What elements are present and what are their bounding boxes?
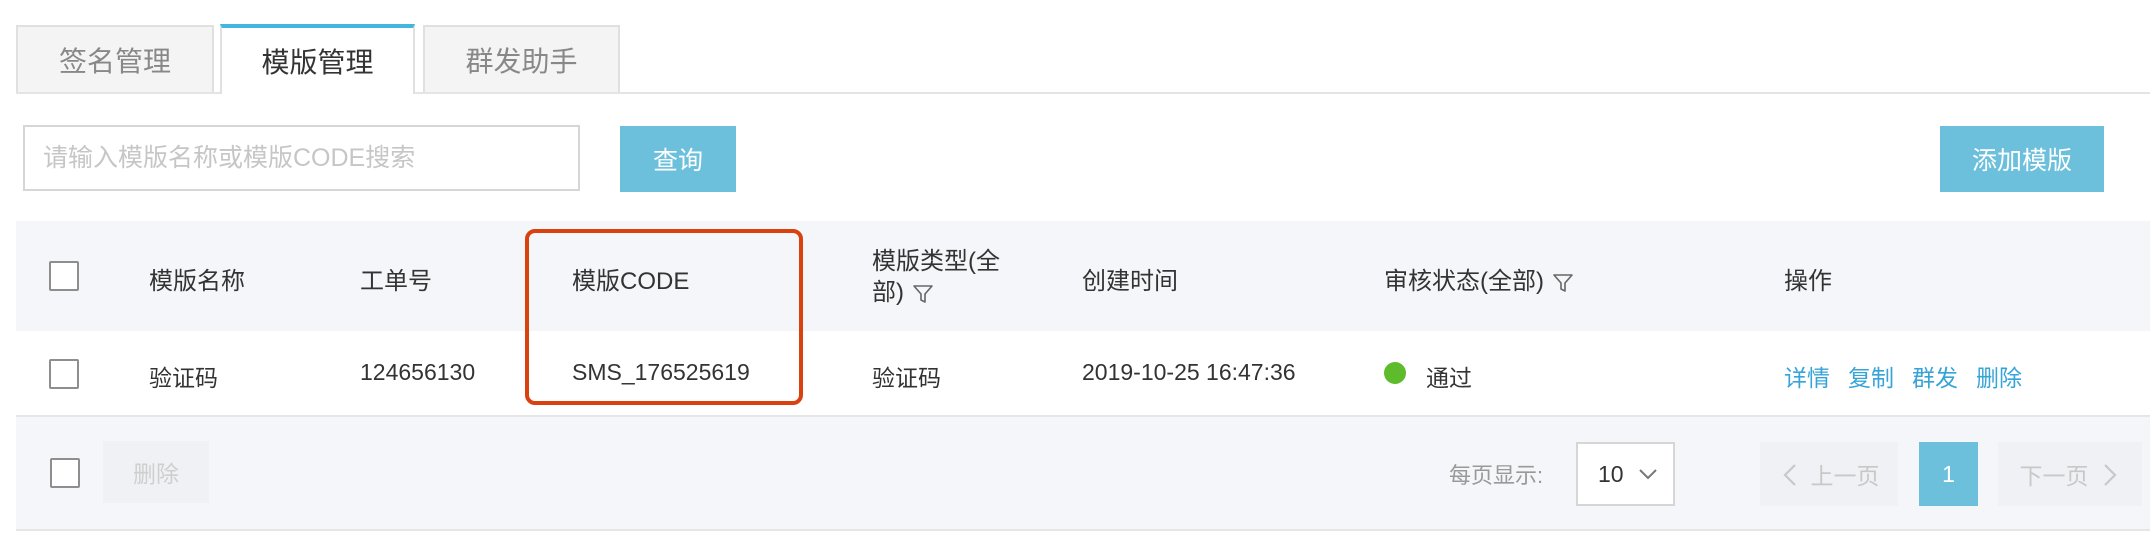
cell-review-status: 通过	[1426, 365, 1472, 391]
action-copy-link[interactable]: 复制	[1848, 359, 1894, 393]
filter-icon[interactable]	[1551, 271, 1575, 295]
next-page-button[interactable]: 下一页	[1998, 442, 2142, 506]
header-review-status-label: 审核状态(全部)	[1384, 268, 1544, 295]
batch-delete-button[interactable]: 删除	[103, 441, 209, 503]
footer-select-all-checkbox[interactable]	[50, 458, 80, 488]
cell-template-name: 验证码	[149, 365, 218, 391]
action-details-link[interactable]: 详情	[1784, 359, 1830, 393]
template-code-highlight	[525, 229, 803, 405]
header-template-name: 模版名称	[149, 268, 245, 295]
prev-page-button[interactable]: 上一页	[1760, 442, 1898, 506]
header-actions: 操作	[1784, 268, 1832, 295]
select-all-checkbox[interactable]	[49, 261, 79, 291]
chevron-left-icon	[1782, 464, 1796, 486]
tab-label: 模版管理	[261, 47, 374, 78]
header-ticket-number: 工单号	[360, 268, 432, 295]
cell-ticket-number: 124656130	[360, 359, 476, 385]
search-input[interactable]	[23, 125, 580, 191]
header-template-type[interactable]: 模版类型(全 部)	[872, 246, 1000, 308]
page-1-button[interactable]: 1	[1919, 442, 1978, 506]
page-size-select[interactable]: 10	[1576, 442, 1675, 506]
header-review-status[interactable]: 审核状态(全部)	[1384, 261, 1575, 296]
tab-template-management[interactable]: 模版管理	[220, 24, 415, 94]
tab-bar: 签名管理 模版管理 群发助手	[0, 0, 2150, 94]
prev-page-label: 上一页	[1810, 463, 1880, 489]
table-row: 验证码 124656130 SMS_176525619 验证码 2019-10-…	[16, 331, 2150, 417]
next-page-label: 下一页	[2019, 463, 2089, 489]
status-dot-icon	[1384, 362, 1406, 384]
search-button[interactable]: 查询	[620, 126, 736, 192]
header-template-type-line2: 部)	[872, 279, 904, 306]
filter-icon[interactable]	[911, 282, 935, 306]
tab-signature-management[interactable]: 签名管理	[16, 25, 214, 92]
page-size-label: 每页显示:	[1449, 463, 1544, 488]
page-size-value: 10	[1598, 460, 1624, 487]
row-checkbox[interactable]	[49, 359, 79, 389]
add-template-button-label: 添加模版	[1971, 147, 2072, 175]
current-page-label: 1	[1942, 460, 1955, 487]
add-template-button[interactable]: 添加模版	[1940, 126, 2104, 192]
batch-delete-label: 删除	[133, 461, 179, 487]
action-delete-link[interactable]: 删除	[1976, 359, 2022, 393]
header-created-time: 创建时间	[1082, 268, 1178, 295]
search-button-label: 查询	[652, 147, 703, 175]
tab-label: 签名管理	[58, 45, 171, 77]
action-bulk-send-link[interactable]: 群发	[1912, 359, 1958, 393]
cell-template-type: 验证码	[872, 365, 941, 391]
table-header: 模版名称 工单号 模版CODE 模版类型(全 部) 创建时间 审核状态(全部) …	[16, 221, 2150, 333]
cell-created-time: 2019-10-25 16:47:36	[1082, 359, 1296, 385]
tab-label: 群发助手	[465, 45, 578, 77]
tab-bulk-send-assistant[interactable]: 群发助手	[423, 25, 620, 92]
header-template-type-line1: 模版类型(全	[872, 248, 1000, 275]
chevron-right-icon	[2103, 464, 2117, 486]
chevron-down-icon	[1638, 469, 1657, 480]
